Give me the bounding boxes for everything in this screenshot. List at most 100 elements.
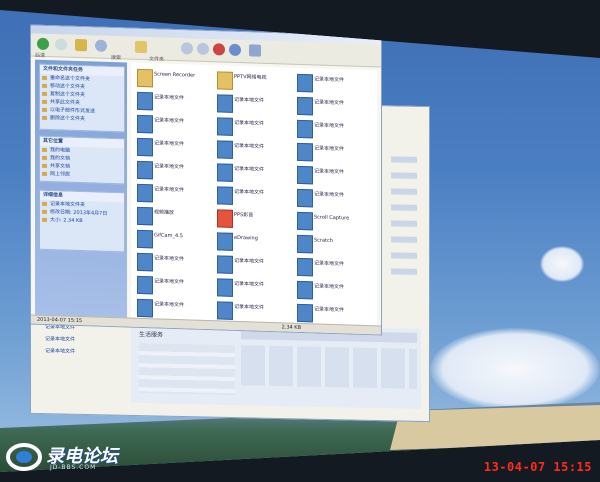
views-icon[interactable] <box>249 44 261 57</box>
file-name: Screen Recorder <box>154 71 196 79</box>
file-name: Scroll Capture <box>314 214 350 222</box>
file-icon <box>297 142 313 162</box>
folder-icon <box>137 68 153 88</box>
copy-to-icon[interactable] <box>197 42 209 56</box>
file-name: 记录本地文件 <box>154 186 185 194</box>
folders-icon[interactable] <box>135 40 147 54</box>
file-icon <box>217 278 233 297</box>
file-item[interactable]: 记录本地文件 <box>135 251 213 275</box>
file-item[interactable]: 记录本地文件 <box>135 90 213 114</box>
back-window-sidebar <box>387 126 423 327</box>
file-icon <box>297 165 313 185</box>
file-item[interactable]: 记录本地文件 <box>295 279 373 303</box>
file-item[interactable]: 记录本地文件 <box>135 113 213 137</box>
details-section: 详细信息 记录本地文件夹 修改日期: 2013年4月7日 大小: 2.34 KB <box>39 189 125 253</box>
file-icon <box>137 137 153 157</box>
file-name: PPTV网络电视 <box>234 73 267 81</box>
file-name: PPS影音 <box>234 211 254 219</box>
file-item[interactable]: 记录本地文件 <box>295 256 373 280</box>
file-icon <box>297 303 313 323</box>
file-item[interactable]: PPTV网络电视 <box>215 69 293 93</box>
back-label: 后退 <box>35 52 46 59</box>
file-icon <box>217 186 233 205</box>
file-icon <box>137 252 153 272</box>
file-item[interactable]: 记录本地文件 <box>135 274 213 298</box>
file-name: 记录本地文件 <box>234 280 265 288</box>
file-item[interactable]: 记录本地文件 <box>215 184 293 208</box>
file-name: 记录本地文件 <box>234 165 265 173</box>
file-item[interactable]: 记录本地文件 <box>135 182 213 206</box>
file-name: 记录本地文件 <box>154 140 185 148</box>
task-delete[interactable]: 删除这个文件夹 <box>40 114 124 125</box>
file-tasks-section: 文件和文件夹任务 重命名这个文件夹 移动这个文件夹 复制这个文件夹 共享此文件夹… <box>39 63 125 133</box>
search-icon[interactable] <box>95 39 107 52</box>
file-icon <box>137 206 153 226</box>
file-icon <box>297 280 313 300</box>
delete-icon[interactable] <box>213 43 225 56</box>
file-name: GifCam_4.5 <box>154 232 183 240</box>
file-icon <box>217 117 233 136</box>
file-name: 记录本地文件 <box>314 306 345 314</box>
file-icon <box>297 119 313 139</box>
status-right: 2.34 KB <box>281 324 301 331</box>
file-item[interactable]: 记录本地文件 <box>295 141 373 165</box>
file-name: 记录本地文件 <box>154 94 185 102</box>
services-title: 生活服务 <box>139 331 164 339</box>
undo-icon[interactable] <box>229 43 241 57</box>
file-icon <box>297 188 313 208</box>
back-button[interactable] <box>37 37 49 51</box>
file-item[interactable]: 记录本地文件 <box>215 253 293 277</box>
file-name: 记录本地文件 <box>234 142 265 150</box>
file-item[interactable]: 记录本地文件 <box>215 161 293 185</box>
file-icon <box>137 298 153 318</box>
file-name: 视频播放 <box>154 209 175 216</box>
back-item-3[interactable]: 记录本地文件 <box>35 347 135 358</box>
up-folder-icon[interactable] <box>75 38 87 52</box>
forward-button[interactable] <box>55 38 67 51</box>
file-name: 记录本地文件 <box>314 260 345 268</box>
file-item[interactable]: 记录本地文件 <box>295 118 373 142</box>
file-name: 记录本地文件 <box>234 188 265 196</box>
file-item[interactable]: 记录本地文件 <box>215 92 293 116</box>
file-name: 记录本地文件 <box>234 257 265 265</box>
file-name: 记录本地文件 <box>314 145 345 153</box>
file-item[interactable]: Scroll Capture <box>295 210 373 234</box>
file-list: Screen Recorder PPTV网络电视 记录本地文件 记录本地文件 记录本地文… <box>131 62 377 327</box>
file-icon <box>137 275 153 295</box>
file-item[interactable]: 记录本地文件 <box>295 187 373 211</box>
file-item[interactable]: PPS影音 <box>215 207 293 231</box>
file-item[interactable]: 视频播放 <box>135 205 213 229</box>
logo-subtext: JD-BBS.COM <box>50 464 97 471</box>
file-icon <box>297 234 313 254</box>
file-name: 记录本地文件 <box>314 168 345 176</box>
file-name: 记录本地文件 <box>154 117 185 125</box>
file-item[interactable]: 记录本地文件 <box>215 138 293 162</box>
file-item[interactable]: eDrawing <box>215 230 293 254</box>
cloud <box>540 246 584 282</box>
file-item[interactable]: Scratch <box>295 233 373 257</box>
folders-label: 文件夹 <box>149 56 165 63</box>
explorer-window[interactable]: 后退 搜索 文件夹 文件和文件夹任务 重命名这个文件夹 移动这个文件夹 复制这个… <box>30 24 382 336</box>
place-network[interactable]: 网上邻居 <box>40 170 124 181</box>
file-name: 记录本地文件 <box>234 96 265 104</box>
file-name: 记录本地文件 <box>234 303 265 311</box>
back-item-2[interactable]: 记录本地文件 <box>35 335 135 346</box>
file-name: 记录本地文件 <box>314 99 345 107</box>
file-icon <box>217 163 233 182</box>
file-icon <box>217 140 233 159</box>
file-item[interactable]: 记录本地文件 <box>135 159 213 183</box>
file-item[interactable]: Screen Recorder <box>135 67 213 91</box>
file-icon <box>297 96 313 116</box>
file-icon <box>217 94 233 113</box>
file-item[interactable]: 记录本地文件 <box>295 164 373 188</box>
file-item[interactable]: 记录本地文件 <box>215 276 293 300</box>
task-pane: 文件和文件夹任务 重命名这个文件夹 移动这个文件夹 复制这个文件夹 共享此文件夹… <box>35 59 127 321</box>
file-icon <box>137 160 153 180</box>
file-item[interactable]: 记录本地文件 <box>135 136 213 160</box>
file-item[interactable]: 记录本地文件 <box>295 95 373 119</box>
move-to-icon[interactable] <box>181 42 193 55</box>
file-item[interactable]: 记录本地文件 <box>295 72 373 96</box>
file-icon <box>137 183 153 203</box>
file-item[interactable]: 记录本地文件 <box>215 115 293 139</box>
file-item[interactable]: GifCam_4.5 <box>135 228 213 252</box>
